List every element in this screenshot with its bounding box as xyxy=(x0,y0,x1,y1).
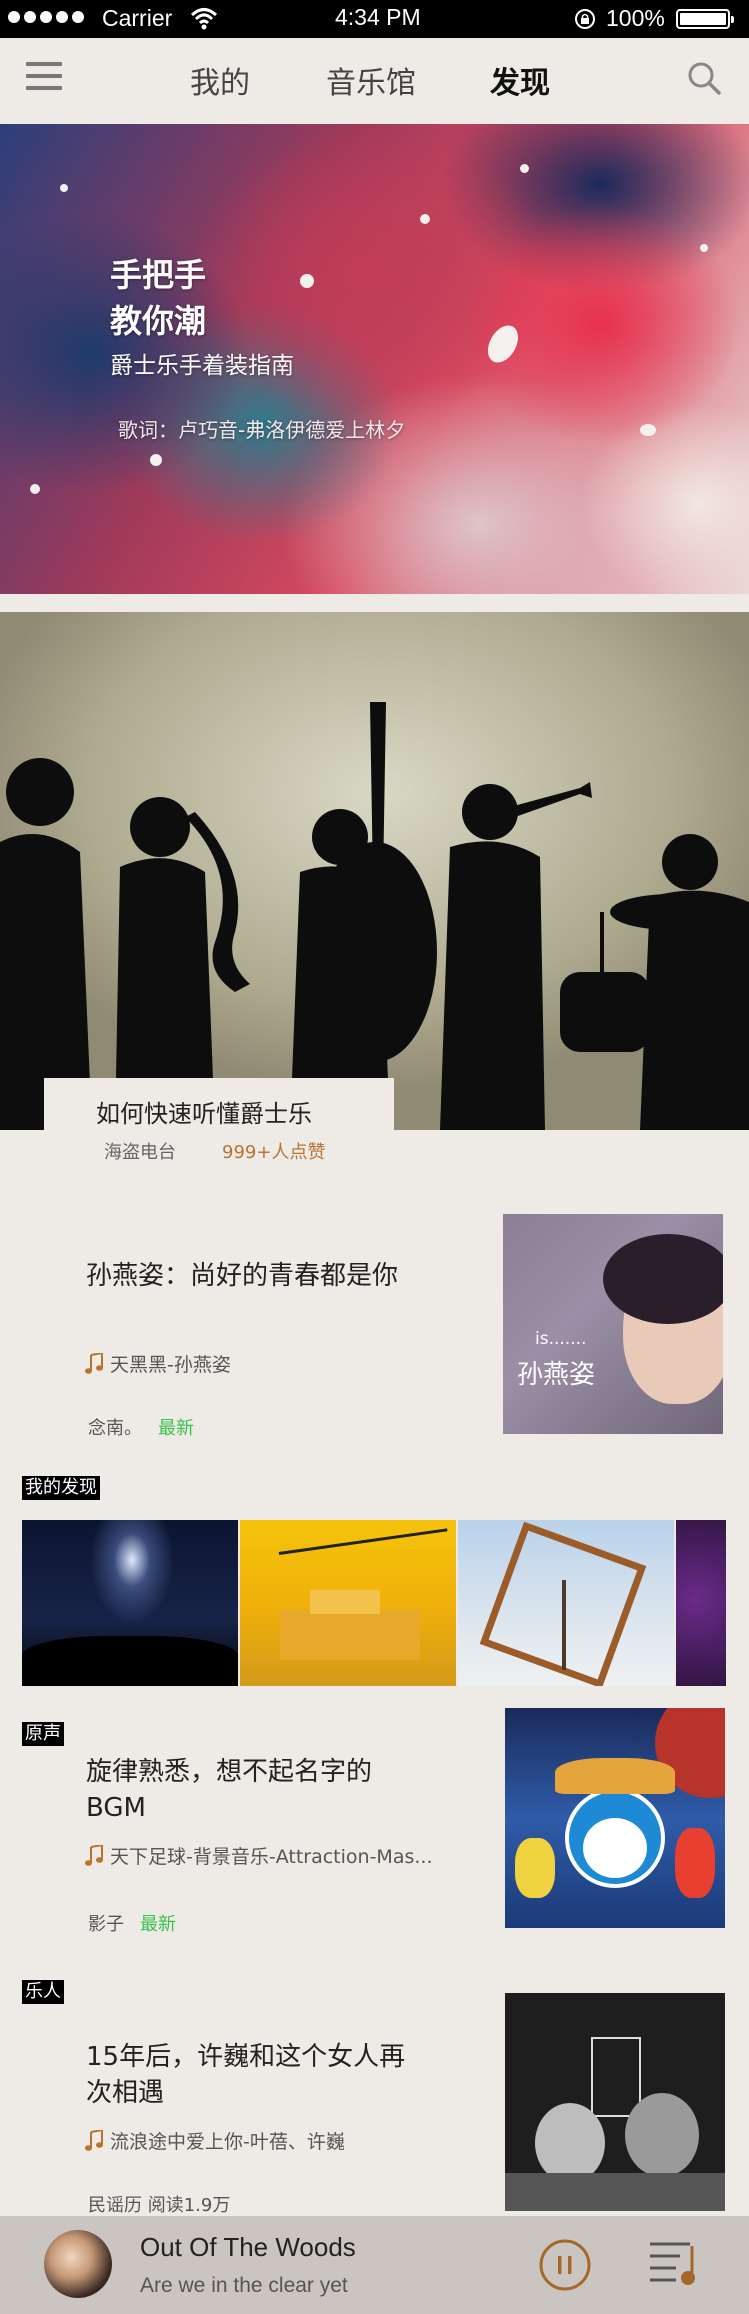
article-author: 念南。 xyxy=(88,1418,142,1439)
concert-image[interactable] xyxy=(22,1520,238,1686)
jazz-info-card[interactable]: 如何快速听懂爵士乐 海盗电台 999+人点赞 xyxy=(44,1078,394,1178)
article-song[interactable]: 天下足球-背景音乐-Attraction-Mas... xyxy=(84,1842,432,1869)
mini-player[interactable]: Out Of The Woods Are we in the clear yet xyxy=(0,2216,749,2314)
article-thumbnail[interactable]: is....... 孙燕姿 xyxy=(503,1214,723,1434)
hero-subtitle: 爵士乐手着装指南 xyxy=(110,353,294,379)
battery-percentage: 100% xyxy=(606,5,665,31)
thumb-caption-small: is....... xyxy=(535,1329,587,1349)
status-bar: Carrier 4:34 PM 100% xyxy=(0,0,749,38)
player-subtitle: Are we in the clear yet xyxy=(140,2274,348,2297)
rotation-lock-icon xyxy=(575,9,595,29)
battery-icon xyxy=(676,9,734,29)
article-meta: 影子 最新 xyxy=(88,1910,176,1936)
new-badge: 最新 xyxy=(158,1418,194,1439)
tab-music-hall[interactable]: 音乐馆 xyxy=(326,58,416,102)
tab-discover[interactable]: 发现 xyxy=(490,58,550,102)
article-title: 旋律熟悉，想不起名字的BGM xyxy=(86,1757,373,1823)
thumb-caption: 孙燕姿 xyxy=(517,1360,596,1390)
jazz-station[interactable]: 海盗电台 xyxy=(104,1138,176,1164)
hero-lyrics: 歌词：卢巧音-弗洛伊德爱上林夕 xyxy=(118,418,406,442)
jazz-banner[interactable] xyxy=(0,612,749,1130)
playlist-icon[interactable] xyxy=(648,2238,700,2288)
hero-banner[interactable]: 手把手 教你潮 爵士乐手着装指南 歌词：卢巧音-弗洛伊德爱上林夕 xyxy=(0,124,749,594)
search-icon[interactable] xyxy=(686,60,722,96)
section-label-my-discovery: 我的发现 xyxy=(22,1476,100,1500)
player-song-title: Out Of The Woods xyxy=(140,2232,356,2262)
article-author: 影子 xyxy=(88,1914,124,1935)
purple-image[interactable] xyxy=(676,1520,726,1686)
jazz-title: 如何快速听懂爵士乐 xyxy=(96,1100,312,1128)
article-title: 15年后，许巍和这个女人再次相遇 xyxy=(86,2042,406,2108)
carrier-label: Carrier xyxy=(102,5,173,31)
tab-mine[interactable]: 我的 xyxy=(190,58,250,102)
article-title: 孙燕姿：尚好的青春都是你 xyxy=(86,1261,399,1291)
clock: 4:34 PM xyxy=(335,4,421,30)
jazz-silhouette-image xyxy=(0,702,749,1130)
article-thumbnail[interactable] xyxy=(505,1993,725,2211)
music-note-icon xyxy=(85,2129,103,2151)
album-cover[interactable] xyxy=(44,2230,112,2298)
top-navigation: 我的 音乐馆 发现 xyxy=(0,38,749,124)
article-thumbnail[interactable] xyxy=(505,1708,725,1928)
music-note-icon xyxy=(85,1352,103,1374)
article-meta: 民谣历 阅读1.9万 xyxy=(88,2195,231,2216)
discovery-image-strip[interactable] xyxy=(22,1520,726,1686)
article-card-xu-wei[interactable]: 15年后，许巍和这个女人再次相遇 流浪途中爱上你-叶蓓、许巍 民谣历 阅读1.9… xyxy=(0,1985,749,2216)
jazz-likes: 999+人点赞 xyxy=(222,1142,326,1163)
article-card-sun-yanzi[interactable]: 孙燕姿：尚好的青春都是你 天黑黑-孙燕姿 念南。 最新 is....... 孙燕姿 xyxy=(0,1210,749,1440)
stage-image[interactable] xyxy=(240,1520,456,1686)
frame-tree-image[interactable] xyxy=(458,1520,674,1686)
menu-icon[interactable] xyxy=(26,62,62,94)
article-song[interactable]: 流浪途中爱上你-叶蓓、许巍 xyxy=(84,2127,345,2154)
signal-strength-icon xyxy=(8,11,84,23)
music-note-icon xyxy=(85,1844,103,1866)
new-badge: 最新 xyxy=(140,1914,176,1935)
wifi-icon xyxy=(190,8,218,30)
article-card-bgm[interactable]: 旋律熟悉，想不起名字的BGM 天下足球-背景音乐-Attraction-Mas.… xyxy=(0,1700,749,1940)
article-meta: 念南。 最新 xyxy=(88,1414,194,1440)
hero-title: 手把手 教你潮 xyxy=(110,256,207,340)
article-song[interactable]: 天黑黑-孙燕姿 xyxy=(84,1350,231,1377)
pause-icon[interactable] xyxy=(538,2238,592,2292)
